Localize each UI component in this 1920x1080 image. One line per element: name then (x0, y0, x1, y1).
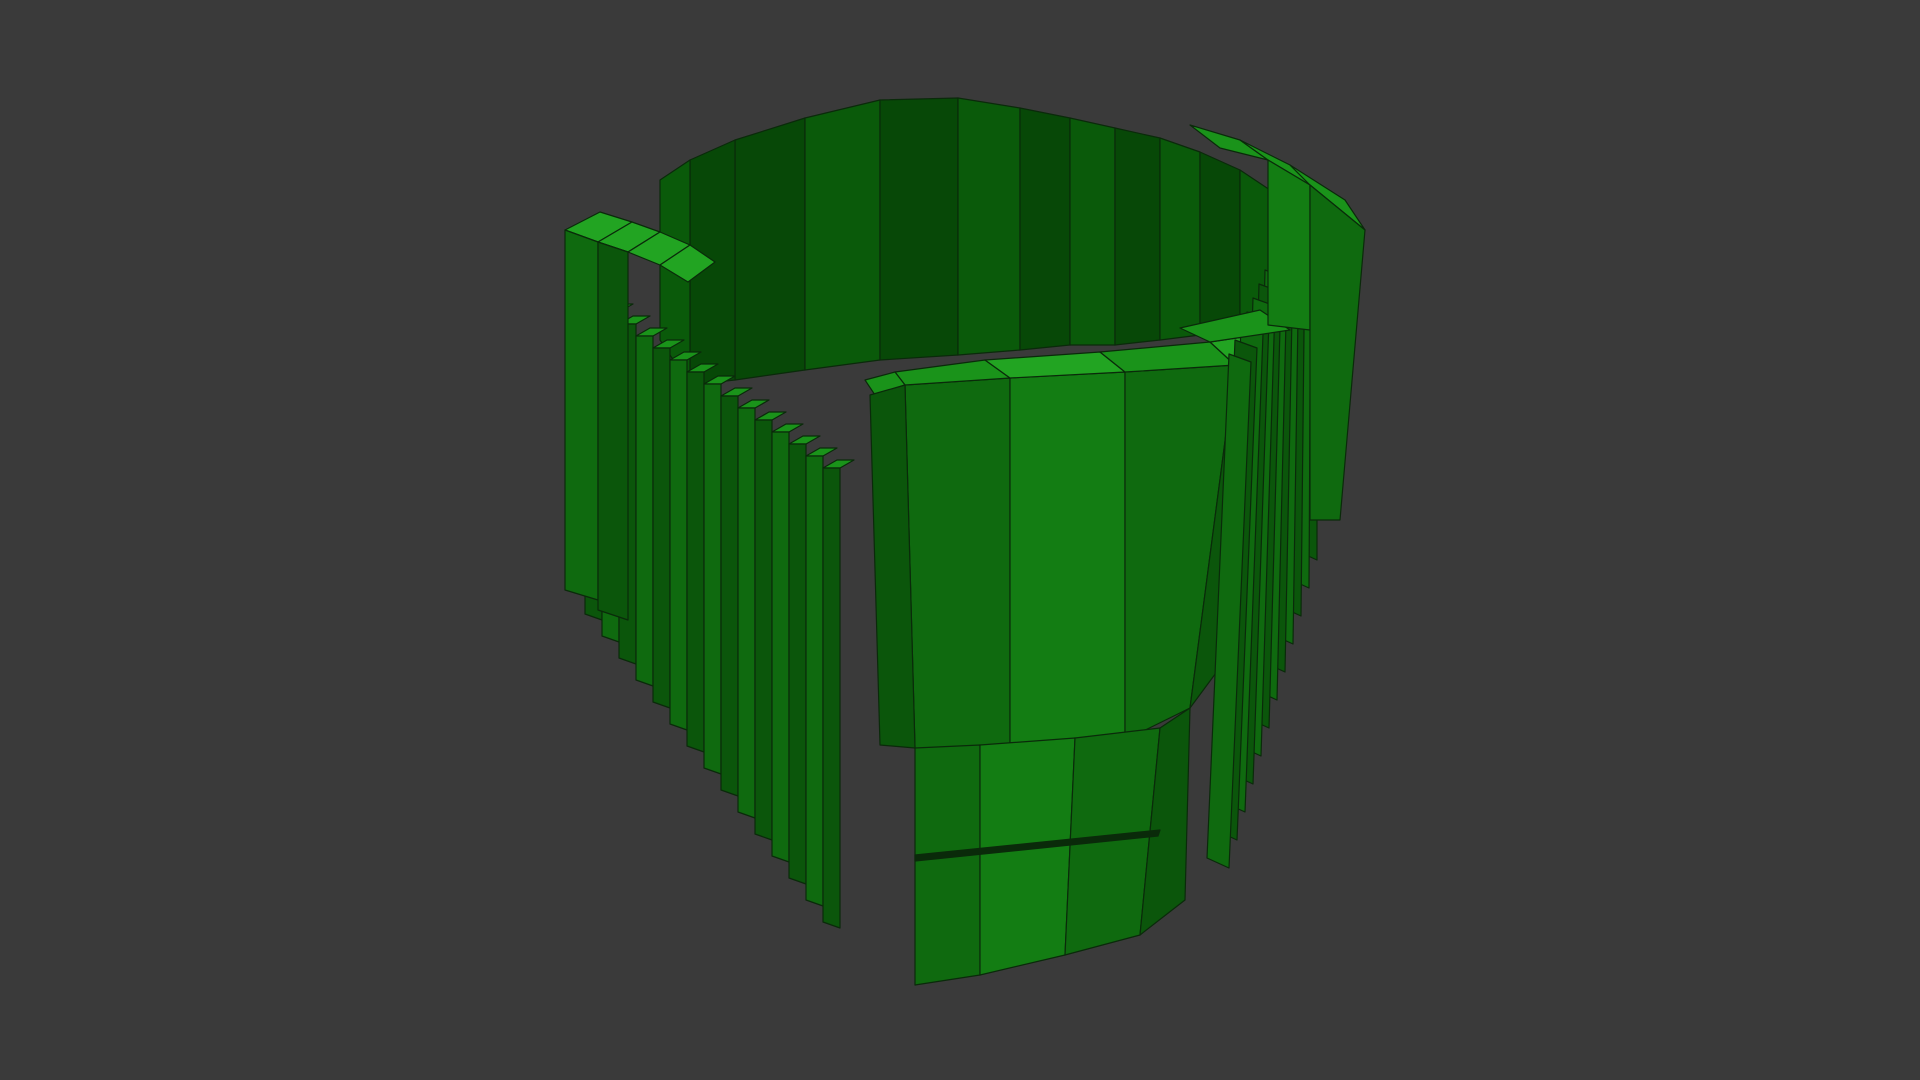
inner-wall-column (1069, 117, 1116, 346)
outer-wall-column (1267, 159, 1311, 331)
3d-viewport[interactable] (0, 0, 1920, 1080)
outer-wall-column (822, 467, 841, 929)
outer-wall-column (788, 443, 807, 885)
outer-wall-column (686, 371, 705, 753)
outer-wall-column (771, 431, 790, 863)
rim-voxel-top (822, 459, 855, 469)
inner-wall-column (804, 99, 881, 371)
outer-wall-column (652, 347, 671, 709)
outer-wall-column (720, 395, 739, 797)
rim-voxel-top (805, 447, 838, 457)
outer-wall-column (597, 241, 629, 621)
rim-voxel-top (720, 387, 753, 397)
front-wall-slab (904, 377, 1011, 751)
inner-wall-column (1114, 127, 1161, 346)
outer-wall-column (805, 455, 824, 907)
inner-wall-column (1019, 107, 1071, 351)
inner-wall-column (957, 97, 1021, 356)
outer-wall-column (703, 383, 722, 775)
rim-voxel-top (771, 423, 804, 433)
outer-wall-column (669, 359, 688, 731)
inner-wall-column (1199, 151, 1241, 336)
rim-voxel-top (788, 435, 821, 445)
outer-wall-column (754, 419, 773, 841)
outer-wall-column (564, 229, 599, 601)
rim-voxel-top (754, 411, 787, 421)
outer-wall-column (1309, 184, 1366, 521)
outer-wall-column (737, 407, 756, 819)
front-lower-slab (979, 737, 1076, 976)
inner-wall-column (1159, 137, 1201, 341)
front-wall-slab (1009, 371, 1126, 751)
inner-wall-column (734, 117, 806, 381)
outer-wall-column (635, 335, 654, 687)
voxel-cup-render (564, 97, 1366, 986)
rim-voxel-top (737, 399, 770, 409)
front-lower-slab (914, 744, 981, 986)
inner-wall-column (879, 97, 959, 361)
